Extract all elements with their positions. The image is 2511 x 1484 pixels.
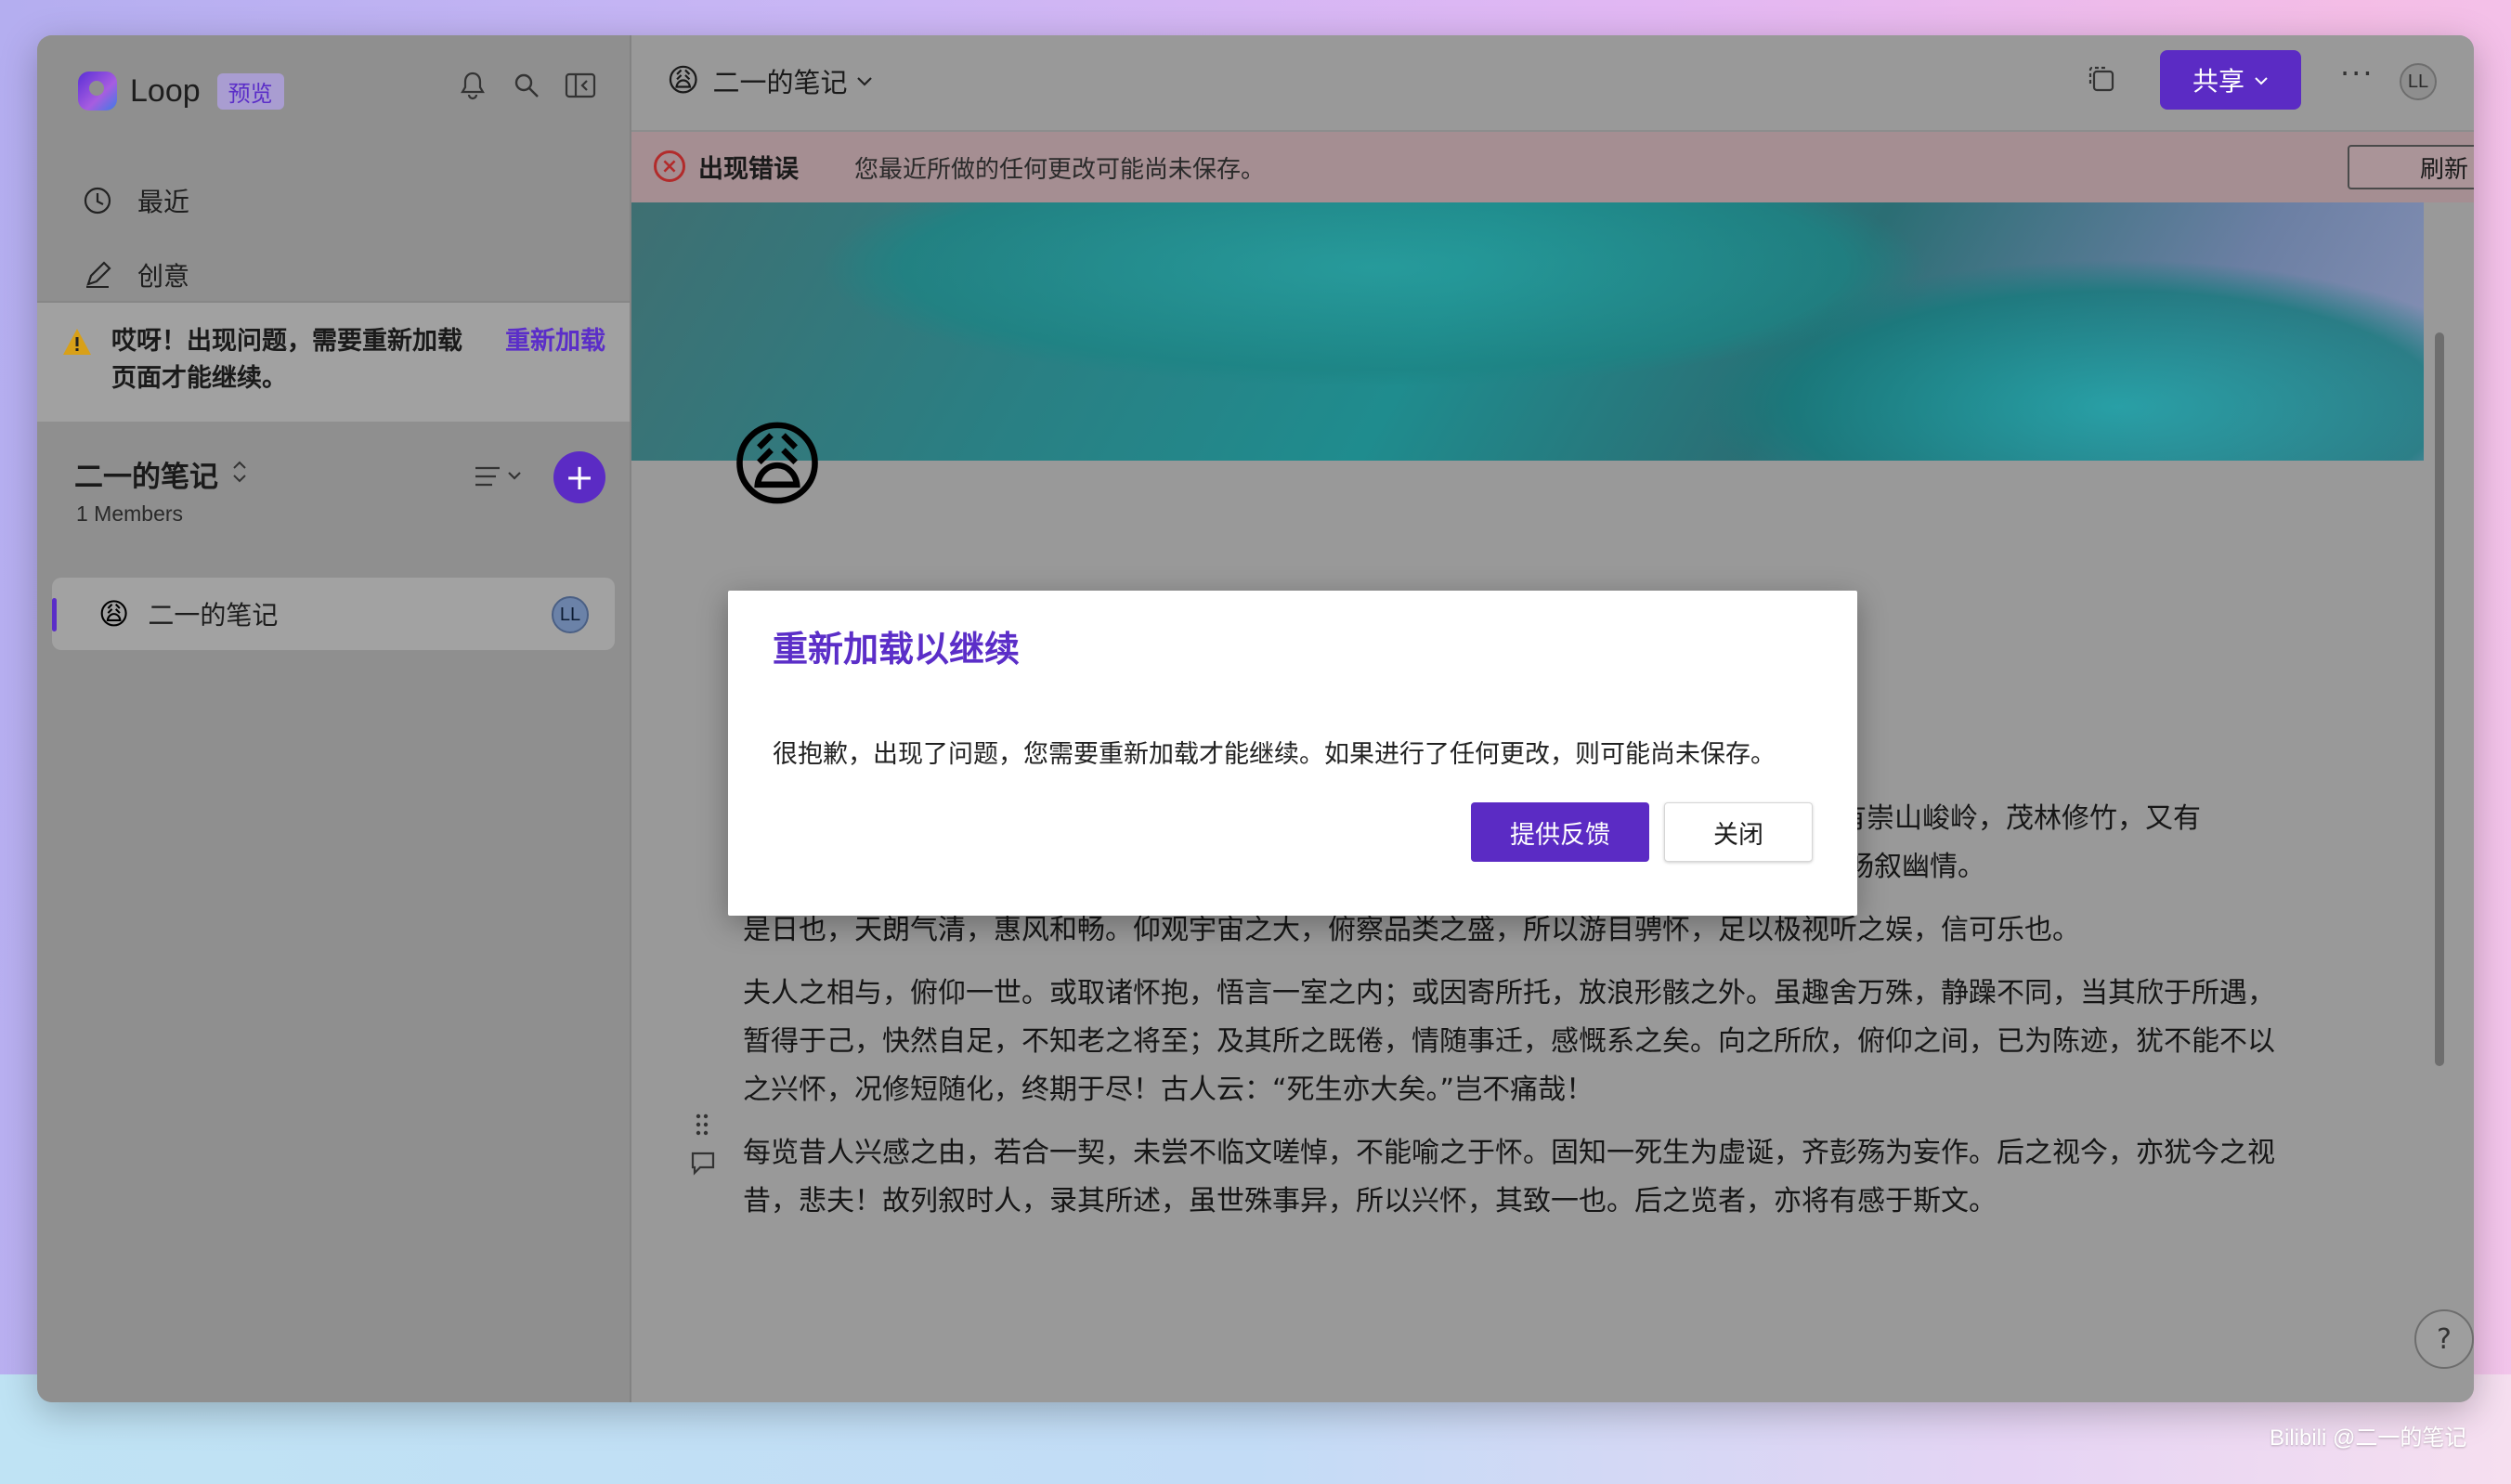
error-title: 出现错误 — [698, 155, 799, 184]
page-emoji-icon: 😩 — [98, 596, 130, 631]
paragraph-line[interactable]: 暂得于己，快然自足，不知老之将至；及其所之既倦，情随事迁，感慨系之矣。向之所欣，… — [743, 1018, 2396, 1066]
avatar: LL — [552, 596, 589, 633]
copy-link-icon[interactable] — [2086, 63, 2117, 103]
search-icon[interactable] — [511, 65, 542, 106]
pen-icon — [82, 259, 113, 291]
reload-link[interactable]: 重新加载 — [505, 323, 605, 360]
doc-emoji-icon: 😩 — [667, 62, 700, 99]
error-icon: × — [654, 150, 685, 182]
nav-label-ideas: 创意 — [137, 261, 190, 292]
warning-icon — [61, 327, 93, 365]
preview-badge: 预览 — [216, 72, 284, 110]
paragraph-line[interactable]: 夫人之相与，俯仰一世。或取诸怀抱，悟言一室之内；或因寄所托，放浪形骸之外。虽趣舍… — [743, 970, 2396, 1018]
workspace-name: 二一的笔记 — [74, 461, 218, 494]
active-indicator — [52, 598, 57, 631]
watermark: Bilibili @二一的笔记 — [2270, 1425, 2467, 1451]
expand-chevron-icon — [231, 460, 248, 489]
cover-image[interactable] — [631, 202, 2424, 461]
share-label: 共享 — [2192, 66, 2244, 97]
workspace-title[interactable]: 二一的笔记 — [74, 453, 248, 495]
nav-item-recent[interactable]: 最近 — [82, 175, 189, 227]
more-options-button[interactable]: ··· — [2340, 56, 2374, 91]
app-header: Loop 预览 — [78, 63, 284, 119]
nav-label-recent: 最近 — [137, 187, 190, 217]
dialog-title: 重新加载以继续 — [773, 629, 1021, 670]
chevron-down-icon — [2254, 71, 2269, 90]
feedback-button[interactable]: 提供反馈 — [1471, 802, 1649, 862]
warning-text: 哎呀！出现问题，需要重新加载页面才能继续。 — [111, 327, 462, 393]
loop-window: Loop 预览 最近 创意 哎呀！出现问题，需要重新加载页面才能继续。 重新加载… — [37, 35, 2474, 1402]
refresh-button[interactable]: 刷新 — [2348, 145, 2474, 189]
nav-item-ideas[interactable]: 创意 — [82, 249, 189, 301]
loop-logo-icon — [78, 72, 117, 111]
app-name: Loop — [130, 72, 201, 109]
add-page-button[interactable]: + — [553, 451, 605, 503]
top-bar: 😩 二一的笔记 共享 ··· LL — [631, 35, 2474, 132]
sidebar-page-item[interactable]: 😩 二一的笔记 LL — [52, 578, 615, 650]
error-banner: × 出现错误 您最近所做的任何更改可能尚未保存。 刷新 — [631, 132, 2474, 202]
sidebar: Loop 预览 最近 创意 哎呀！出现问题，需要重新加载页面才能继续。 重新加载… — [37, 35, 631, 1402]
workspace-members: 1 Members — [76, 501, 184, 526]
paragraph-line[interactable]: 亦足以畅叙幽情。 — [1763, 843, 2413, 892]
paragraph-line[interactable]: 之兴怀，况修短随化，终期于尽！古人云：“死生亦大矣。”岂不痛哉！ — [743, 1066, 2396, 1114]
drag-handle-icon[interactable] — [695, 1113, 709, 1143]
list-view-icon[interactable] — [474, 462, 529, 498]
clock-icon — [82, 185, 113, 216]
chevron-down-icon — [856, 70, 873, 93]
page-name: 二一的笔记 — [148, 600, 279, 631]
collapse-sidebar-icon[interactable] — [565, 65, 596, 106]
sidebar-warning: 哎呀！出现问题，需要重新加载页面才能继续。 重新加载 — [37, 301, 630, 422]
paragraph-line[interactable]: 每览昔人兴感之由，若合一契，未尝不临文嗟悼，不能喻之于怀。固知一死生为虚诞，齐彭… — [743, 1129, 2396, 1178]
reload-dialog: 重新加载以继续 很抱歉，出现了问题，您需要重新加载才能继续。如果进行了任何更改，… — [728, 591, 1857, 916]
comment-icon[interactable] — [689, 1150, 717, 1182]
sidebar-toolbar — [457, 65, 596, 106]
close-button[interactable]: 关闭 — [1664, 802, 1813, 862]
avatar[interactable]: LL — [2400, 63, 2437, 100]
scrollbar[interactable] — [2435, 332, 2444, 1066]
page-icon-emoji[interactable]: 😩 — [722, 410, 832, 520]
paragraph-line[interactable]: 昔，悲夫！故列叙时人，录其所述，虽世殊事异，所以兴怀，其致一也。后之览者，亦将有… — [743, 1178, 2396, 1226]
bell-icon[interactable] — [457, 65, 488, 106]
help-button[interactable]: ? — [2414, 1309, 2474, 1369]
dialog-body: 很抱歉，出现了问题，您需要重新加载才能继续。如果进行了任何更改，则可能尚未保存。 — [773, 740, 1776, 769]
doc-title[interactable]: 😩 二一的笔记 — [667, 61, 873, 100]
share-button[interactable]: 共享 — [2160, 50, 2301, 110]
doc-title-text: 二一的笔记 — [712, 67, 848, 98]
error-message: 您最近所做的任何更改可能尚未保存。 — [854, 156, 1266, 184]
